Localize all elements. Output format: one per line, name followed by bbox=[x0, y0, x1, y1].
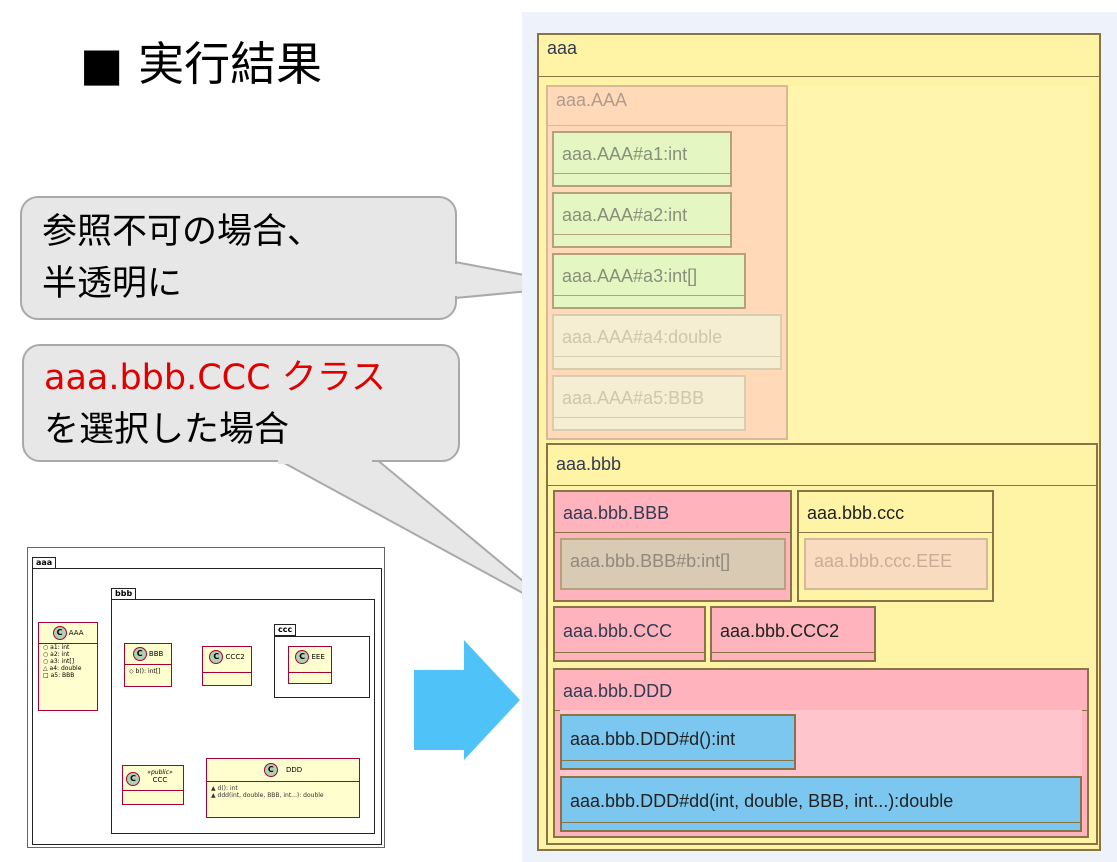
box-label: aaa.AAA bbox=[556, 90, 628, 110]
class-name: AAA bbox=[68, 629, 84, 637]
box-label: aaa.AAA#a2:int bbox=[562, 205, 688, 225]
package-tab-ccc: ccc bbox=[274, 624, 297, 636]
box-label: aaa.bbb.DDD bbox=[563, 681, 673, 701]
class-attr: ○ a3: int[] bbox=[43, 658, 75, 665]
box-label: aaa.bbb.BBB#b:int[] bbox=[570, 551, 731, 571]
box-label: aaa bbox=[547, 38, 578, 58]
box-label: aaa.bbb.CCC2 bbox=[720, 621, 840, 641]
box-label: aaa.bbb.DDD#dd(int, double, BBB, int...)… bbox=[570, 791, 954, 811]
class-attr: □ a5: BBB bbox=[43, 672, 75, 679]
class-name: CCC2 bbox=[225, 653, 245, 661]
box-label: aaa.bbb.DDD#d():int bbox=[570, 729, 736, 749]
callout-line: 参照不可の場合、 bbox=[42, 212, 323, 252]
box-label: aaa.AAA#a5:BBB bbox=[562, 388, 705, 408]
uml-class-ccc: C «public» CCC bbox=[122, 765, 184, 805]
method-DDD-dd[interactable]: aaa.bbb.DDD#dd(int, double, BBB, int...)… bbox=[560, 776, 1082, 832]
arrow-shaft bbox=[414, 670, 464, 750]
box-EEE[interactable]: aaa.bbb.ccc.EEE bbox=[804, 538, 988, 590]
class-attr: ◇ b(): int[] bbox=[129, 668, 161, 675]
uml-class-eee: C EEE bbox=[288, 646, 332, 684]
callout-line: を選択した場合 bbox=[44, 410, 290, 450]
box-label: aaa.bbb bbox=[556, 454, 622, 474]
class-name: BBB bbox=[148, 650, 164, 658]
class-name: EEE bbox=[311, 653, 325, 661]
field-BBB-b[interactable]: aaa.bbb.BBB#b:int[] bbox=[560, 538, 786, 590]
class-attr: ○ a1: int bbox=[43, 644, 70, 651]
box-label: aaa.bbb.ccc bbox=[807, 503, 905, 523]
class-c-icon: C bbox=[263, 763, 278, 777]
class-attr: △ a4: double bbox=[43, 665, 82, 672]
uml-thumbnail: aaa C AAA ○ a1: int ○ a2: int ○ a3: int[… bbox=[27, 547, 385, 848]
class-c-icon: C bbox=[132, 647, 147, 661]
field-a3[interactable]: aaa.AAA#a3:int[] bbox=[552, 253, 746, 309]
uml-class-bbb: C BBB ◇ b(): int[] bbox=[124, 643, 172, 687]
callout-line-highlight: aaa.bbb.CCC クラス bbox=[44, 358, 386, 398]
class-attr: ▲ d(): int bbox=[211, 785, 238, 792]
arrow-head bbox=[464, 640, 520, 760]
box-label: aaa.bbb.BBB bbox=[563, 503, 670, 523]
box-CCC2[interactable]: aaa.bbb.CCC2 bbox=[710, 606, 876, 662]
box-CCC[interactable]: aaa.bbb.CCC bbox=[553, 606, 706, 662]
box-label: aaa.bbb.CCC bbox=[563, 621, 673, 641]
box-label: aaa.bbb.ccc.EEE bbox=[814, 551, 953, 571]
class-attr: ○ a2: int bbox=[43, 651, 70, 658]
box-label: aaa.AAA#a4:double bbox=[562, 327, 723, 347]
class-c-icon: C bbox=[52, 626, 67, 640]
box-label: aaa.AAA#a3:int[] bbox=[562, 266, 698, 286]
callout-bubble-transparent: 参照不可の場合、 半透明に bbox=[20, 196, 457, 320]
class-c-icon: C bbox=[126, 772, 140, 786]
class-c-icon: C bbox=[295, 650, 310, 664]
uml-class-aaa: C AAA ○ a1: int ○ a2: int ○ a3: int[] △ … bbox=[38, 622, 98, 711]
class-attr: ▲ ddd(int, double, BBB, int...): double bbox=[211, 792, 324, 799]
class-name: DDD bbox=[286, 766, 303, 774]
callout-bubble-selected: aaa.bbb.CCC クラス を選択した場合 bbox=[22, 344, 460, 462]
field-a5[interactable]: aaa.AAA#a5:BBB bbox=[552, 375, 746, 431]
field-a2[interactable]: aaa.AAA#a2:int bbox=[552, 192, 732, 248]
uml-class-ccc2: C CCC2 bbox=[202, 646, 252, 686]
field-a4[interactable]: aaa.AAA#a4:double bbox=[552, 314, 782, 370]
class-c-icon: C bbox=[209, 650, 224, 664]
uml-class-ddd: C DDD ▲ d(): int ▲ ddd(int, double, BBB,… bbox=[206, 758, 360, 818]
box-label: aaa.AAA#a1:int bbox=[562, 144, 688, 164]
field-a1[interactable]: aaa.AAA#a1:int bbox=[552, 131, 732, 187]
callout-line: 半透明に bbox=[42, 264, 183, 304]
method-DDD-d[interactable]: aaa.bbb.DDD#d():int bbox=[560, 714, 796, 770]
